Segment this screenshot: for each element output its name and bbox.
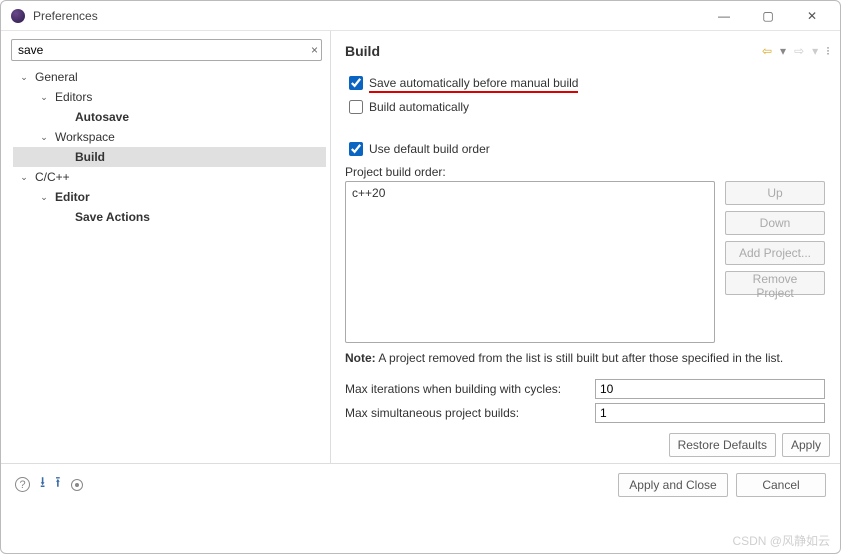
forward-dropdown-icon[interactable]: ▾ <box>812 44 818 58</box>
tree-node[interactable]: ⌄Editors <box>13 87 326 107</box>
tree-node[interactable]: Autosave <box>13 107 326 127</box>
pane-header-icons: ⇦ ▾ ⇨ ▾ ⁝ <box>762 44 830 58</box>
use-default-order-label[interactable]: Use default build order <box>369 142 490 156</box>
remove-project-button[interactable]: Remove Project <box>725 271 825 295</box>
menu-dots-icon[interactable]: ⁝ <box>826 44 830 58</box>
max-simultaneous-label: Max simultaneous project builds: <box>345 406 595 420</box>
note-text: Note: A project removed from the list is… <box>345 351 830 365</box>
export-icon[interactable]: ⭱ <box>55 472 60 497</box>
clear-search-icon[interactable]: × <box>311 43 318 57</box>
tree-node[interactable]: Save Actions <box>13 207 326 227</box>
tree-node[interactable]: ⌄Workspace <box>13 127 326 147</box>
maximize-button[interactable]: ▢ <box>746 2 790 30</box>
tree-node-label: Editors <box>51 87 96 107</box>
search-input[interactable] <box>11 39 322 61</box>
up-button[interactable]: Up <box>725 181 825 205</box>
minimize-button[interactable]: — <box>702 2 746 30</box>
titlebar: Preferences — ▢ ✕ <box>1 1 840 31</box>
down-button[interactable]: Down <box>725 211 825 235</box>
tree-node[interactable]: ⌄Editor <box>13 187 326 207</box>
tree-node-label: C/C++ <box>31 167 74 187</box>
cancel-button[interactable]: Cancel <box>736 473 826 497</box>
footer-icons: ? ⭳ ⭱ <box>15 472 83 497</box>
tree-node[interactable]: ⌄General <box>13 67 326 87</box>
max-iterations-label: Max iterations when building with cycles… <box>345 382 595 396</box>
chevron-down-icon[interactable]: ⌄ <box>37 127 51 147</box>
help-icon[interactable]: ? <box>15 477 30 492</box>
footer-buttons: Apply and Close Cancel <box>83 473 826 497</box>
use-default-order-row: Use default build order <box>345 139 830 159</box>
order-side-buttons: Up Down Add Project... Remove Project <box>725 181 825 295</box>
tree-node[interactable]: Build <box>13 147 326 167</box>
max-simultaneous-row: Max simultaneous project builds: <box>345 403 830 423</box>
app-logo-icon <box>11 9 25 23</box>
build-auto-checkbox-row: Build automatically <box>345 97 830 117</box>
build-order-area: c++20 Up Down Add Project... Remove Proj… <box>345 181 830 343</box>
dialog-footer: ? ⭳ ⭱ Apply and Close Cancel <box>1 463 840 505</box>
tree-node[interactable]: ⌄C/C++ <box>13 167 326 187</box>
oomph-icon[interactable] <box>71 479 83 491</box>
build-auto-label[interactable]: Build automatically <box>369 100 469 114</box>
tree-node-label: Workspace <box>51 127 119 147</box>
tree-node-label: Save Actions <box>71 207 154 227</box>
main-split: × ⌄General⌄EditorsAutosave⌄WorkspaceBuil… <box>1 31 840 463</box>
apply-and-close-button[interactable]: Apply and Close <box>618 473 728 497</box>
list-item[interactable]: c++20 <box>352 186 708 200</box>
save-auto-checkbox-row: Save automatically before manual build <box>345 73 830 93</box>
apply-button[interactable]: Apply <box>782 433 830 457</box>
window-controls: — ▢ ✕ <box>702 2 834 30</box>
add-project-button[interactable]: Add Project... <box>725 241 825 265</box>
use-default-order-checkbox[interactable] <box>349 142 363 156</box>
tree-node-label: Build <box>71 147 109 167</box>
save-auto-checkbox[interactable] <box>349 76 363 90</box>
right-panel: Build ⇦ ▾ ⇨ ▾ ⁝ Save automatically befor… <box>331 31 840 463</box>
search-wrapper: × <box>11 39 322 61</box>
chevron-down-icon[interactable]: ⌄ <box>37 87 51 107</box>
chevron-down-icon[interactable]: ⌄ <box>17 167 31 187</box>
tree-node-label: General <box>31 67 82 87</box>
window-title: Preferences <box>33 9 702 23</box>
project-build-order-label: Project build order: <box>345 165 830 179</box>
chevron-down-icon[interactable]: ⌄ <box>37 187 51 207</box>
import-icon[interactable]: ⭳ <box>40 472 45 497</box>
forward-arrow-icon[interactable]: ⇨ <box>794 44 804 58</box>
back-dropdown-icon[interactable]: ▾ <box>780 44 786 58</box>
max-simultaneous-input[interactable] <box>595 403 825 423</box>
save-auto-label[interactable]: Save automatically before manual build <box>369 76 578 90</box>
tree-node-label: Autosave <box>71 107 133 127</box>
tree-node-label: Editor <box>51 187 94 207</box>
preferences-tree[interactable]: ⌄General⌄EditorsAutosave⌄WorkspaceBuild⌄… <box>9 67 326 459</box>
pane-header: Build ⇦ ▾ ⇨ ▾ ⁝ <box>345 37 830 65</box>
max-iterations-row: Max iterations when building with cycles… <box>345 379 830 399</box>
restore-defaults-button[interactable]: Restore Defaults <box>669 433 776 457</box>
project-build-order-list[interactable]: c++20 <box>345 181 715 343</box>
close-button[interactable]: ✕ <box>790 2 834 30</box>
pane-lower-buttons: Restore Defaults Apply <box>345 433 830 457</box>
pane-content: Save automatically before manual build B… <box>345 69 830 463</box>
left-panel: × ⌄General⌄EditorsAutosave⌄WorkspaceBuil… <box>1 31 331 463</box>
max-iterations-input[interactable] <box>595 379 825 399</box>
back-arrow-icon[interactable]: ⇦ <box>762 44 772 58</box>
build-auto-checkbox[interactable] <box>349 100 363 114</box>
pane-heading: Build <box>345 43 762 59</box>
watermark: CSDN @风静如云 <box>732 532 830 549</box>
chevron-down-icon[interactable]: ⌄ <box>17 67 31 87</box>
